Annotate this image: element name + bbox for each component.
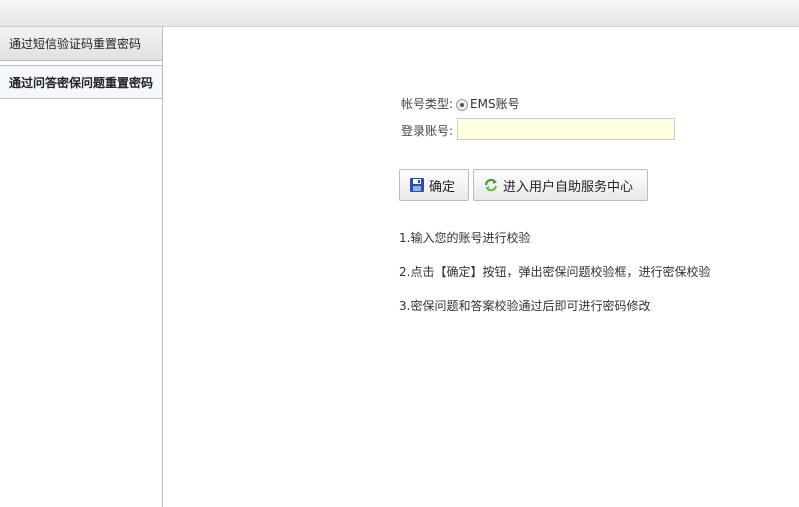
refresh-icon (483, 177, 499, 193)
login-account-label: 登录账号: (401, 124, 454, 138)
tab-question-reset[interactable]: 通过问答密保问题重置密码 (0, 65, 162, 99)
sidebar: 通过短信验证码重置密码 通过问答密保问题重置密码 (0, 27, 163, 507)
confirm-button-label: 确定 (429, 179, 456, 195)
tip-2: 2.点击【确定】按钮，弹出密保问题校验框，进行密保校验 (399, 265, 711, 279)
self-service-button[interactable]: 进入用户自助服务中心 (473, 169, 648, 201)
confirm-button[interactable]: 确定 (399, 169, 469, 201)
account-type-label: 帐号类型: (401, 97, 454, 111)
self-service-button-label: 进入用户自助服务中心 (503, 179, 634, 195)
account-type-row: 帐号类型: EMS账号 (401, 95, 520, 112)
tip-3: 3.密保问题和答案校验通过后即可进行密码修改 (399, 299, 651, 313)
login-account-input[interactable] (457, 118, 675, 140)
ems-account-option-label: EMS账号 (470, 97, 520, 111)
save-icon (409, 177, 425, 193)
login-account-row: 登录账号: (401, 122, 453, 139)
tip-1: 1.输入您的账号进行校验 (399, 231, 531, 245)
tab-sms-reset[interactable]: 通过短信验证码重置密码 (0, 27, 162, 61)
top-bar (0, 0, 799, 27)
ems-account-radio[interactable] (456, 98, 469, 111)
